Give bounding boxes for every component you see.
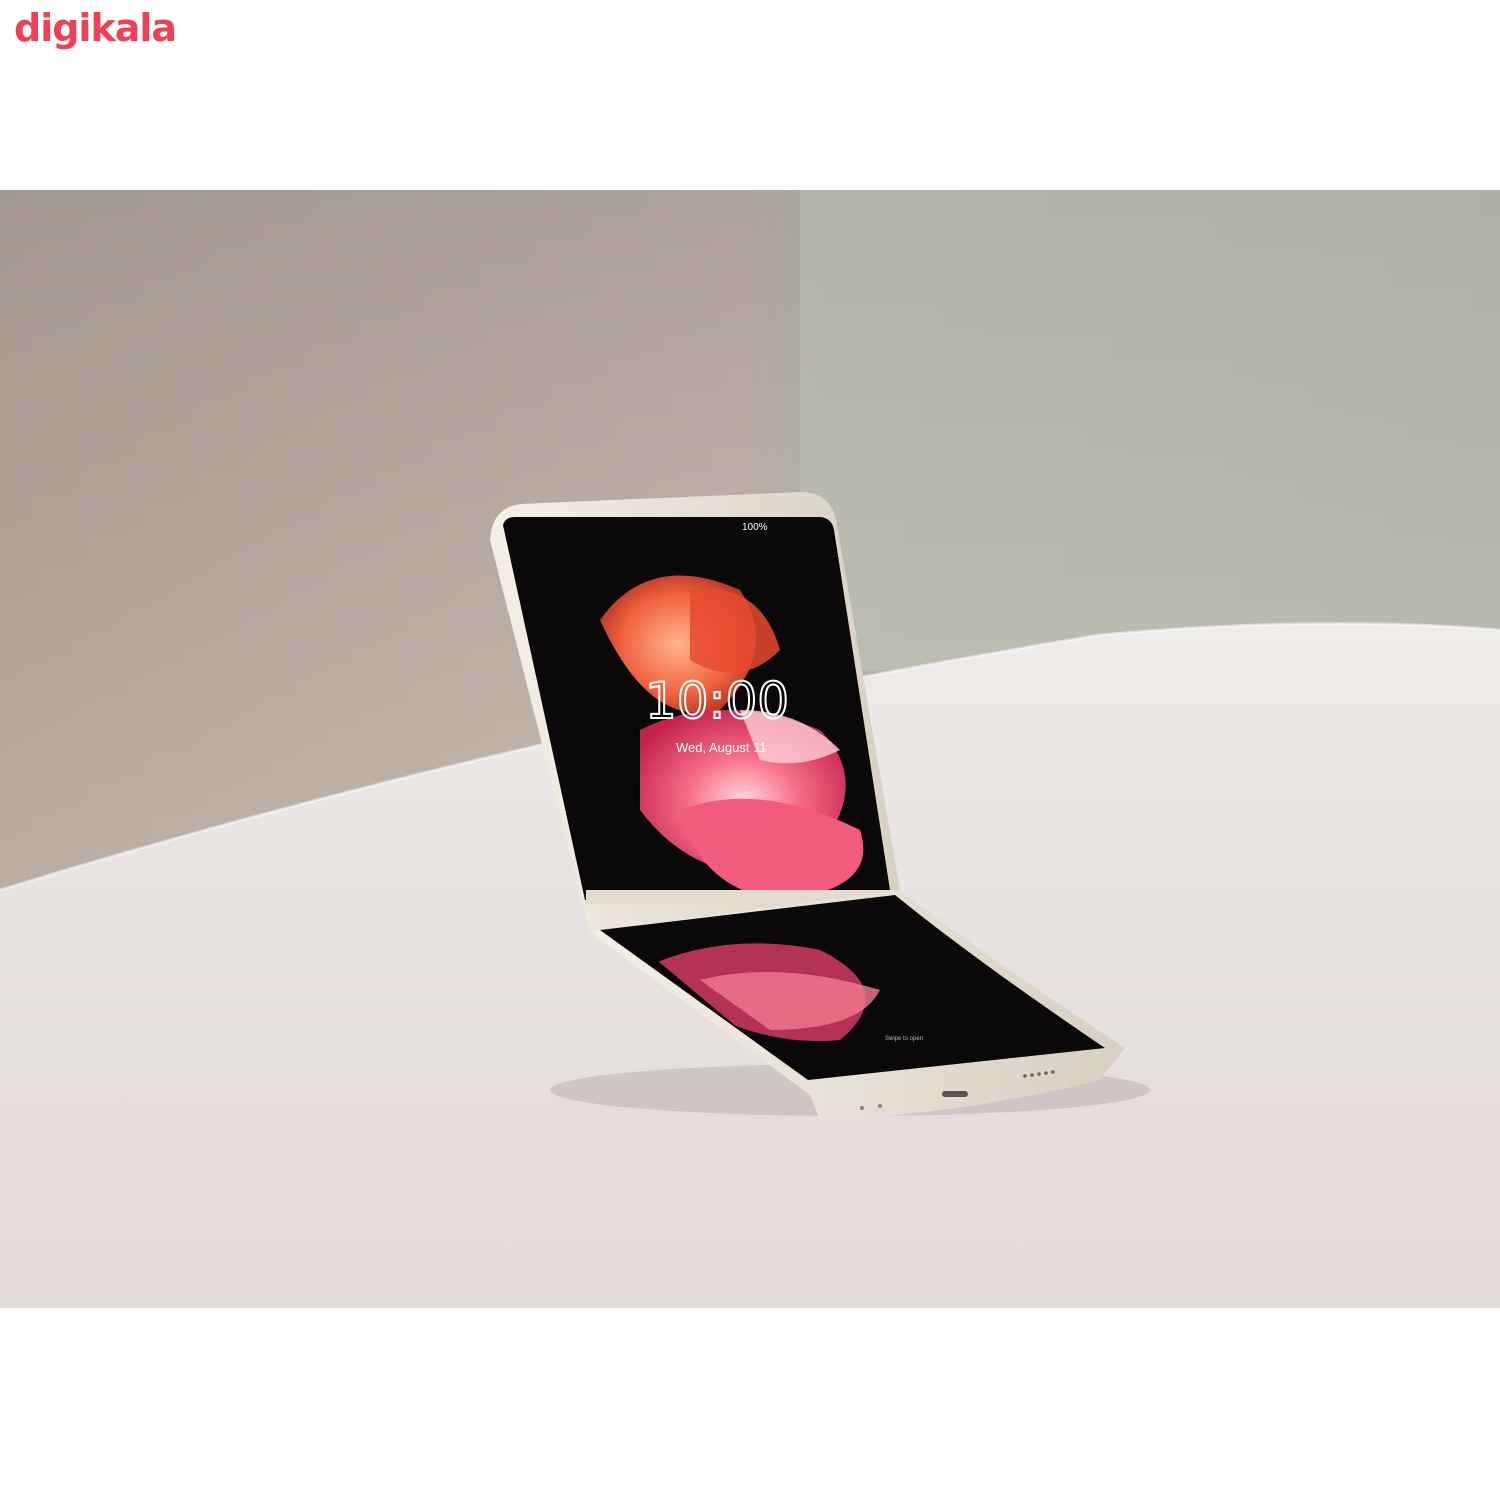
swipe-hint: Swipe to open <box>885 1036 923 1042</box>
digikala-logo[interactable]: digikala <box>14 6 177 50</box>
status-battery: 100% <box>742 522 768 533</box>
product-photo: 100% 10:00 Wed, August 11 Swipe to open <box>0 190 1500 1308</box>
product-image-page: digikala 100% 10:00 Wed, August 11 Swipe… <box>0 0 1500 1500</box>
lock-screen-time: 10:00 <box>645 672 789 730</box>
lock-screen-date: Wed, August 11 <box>676 740 767 755</box>
